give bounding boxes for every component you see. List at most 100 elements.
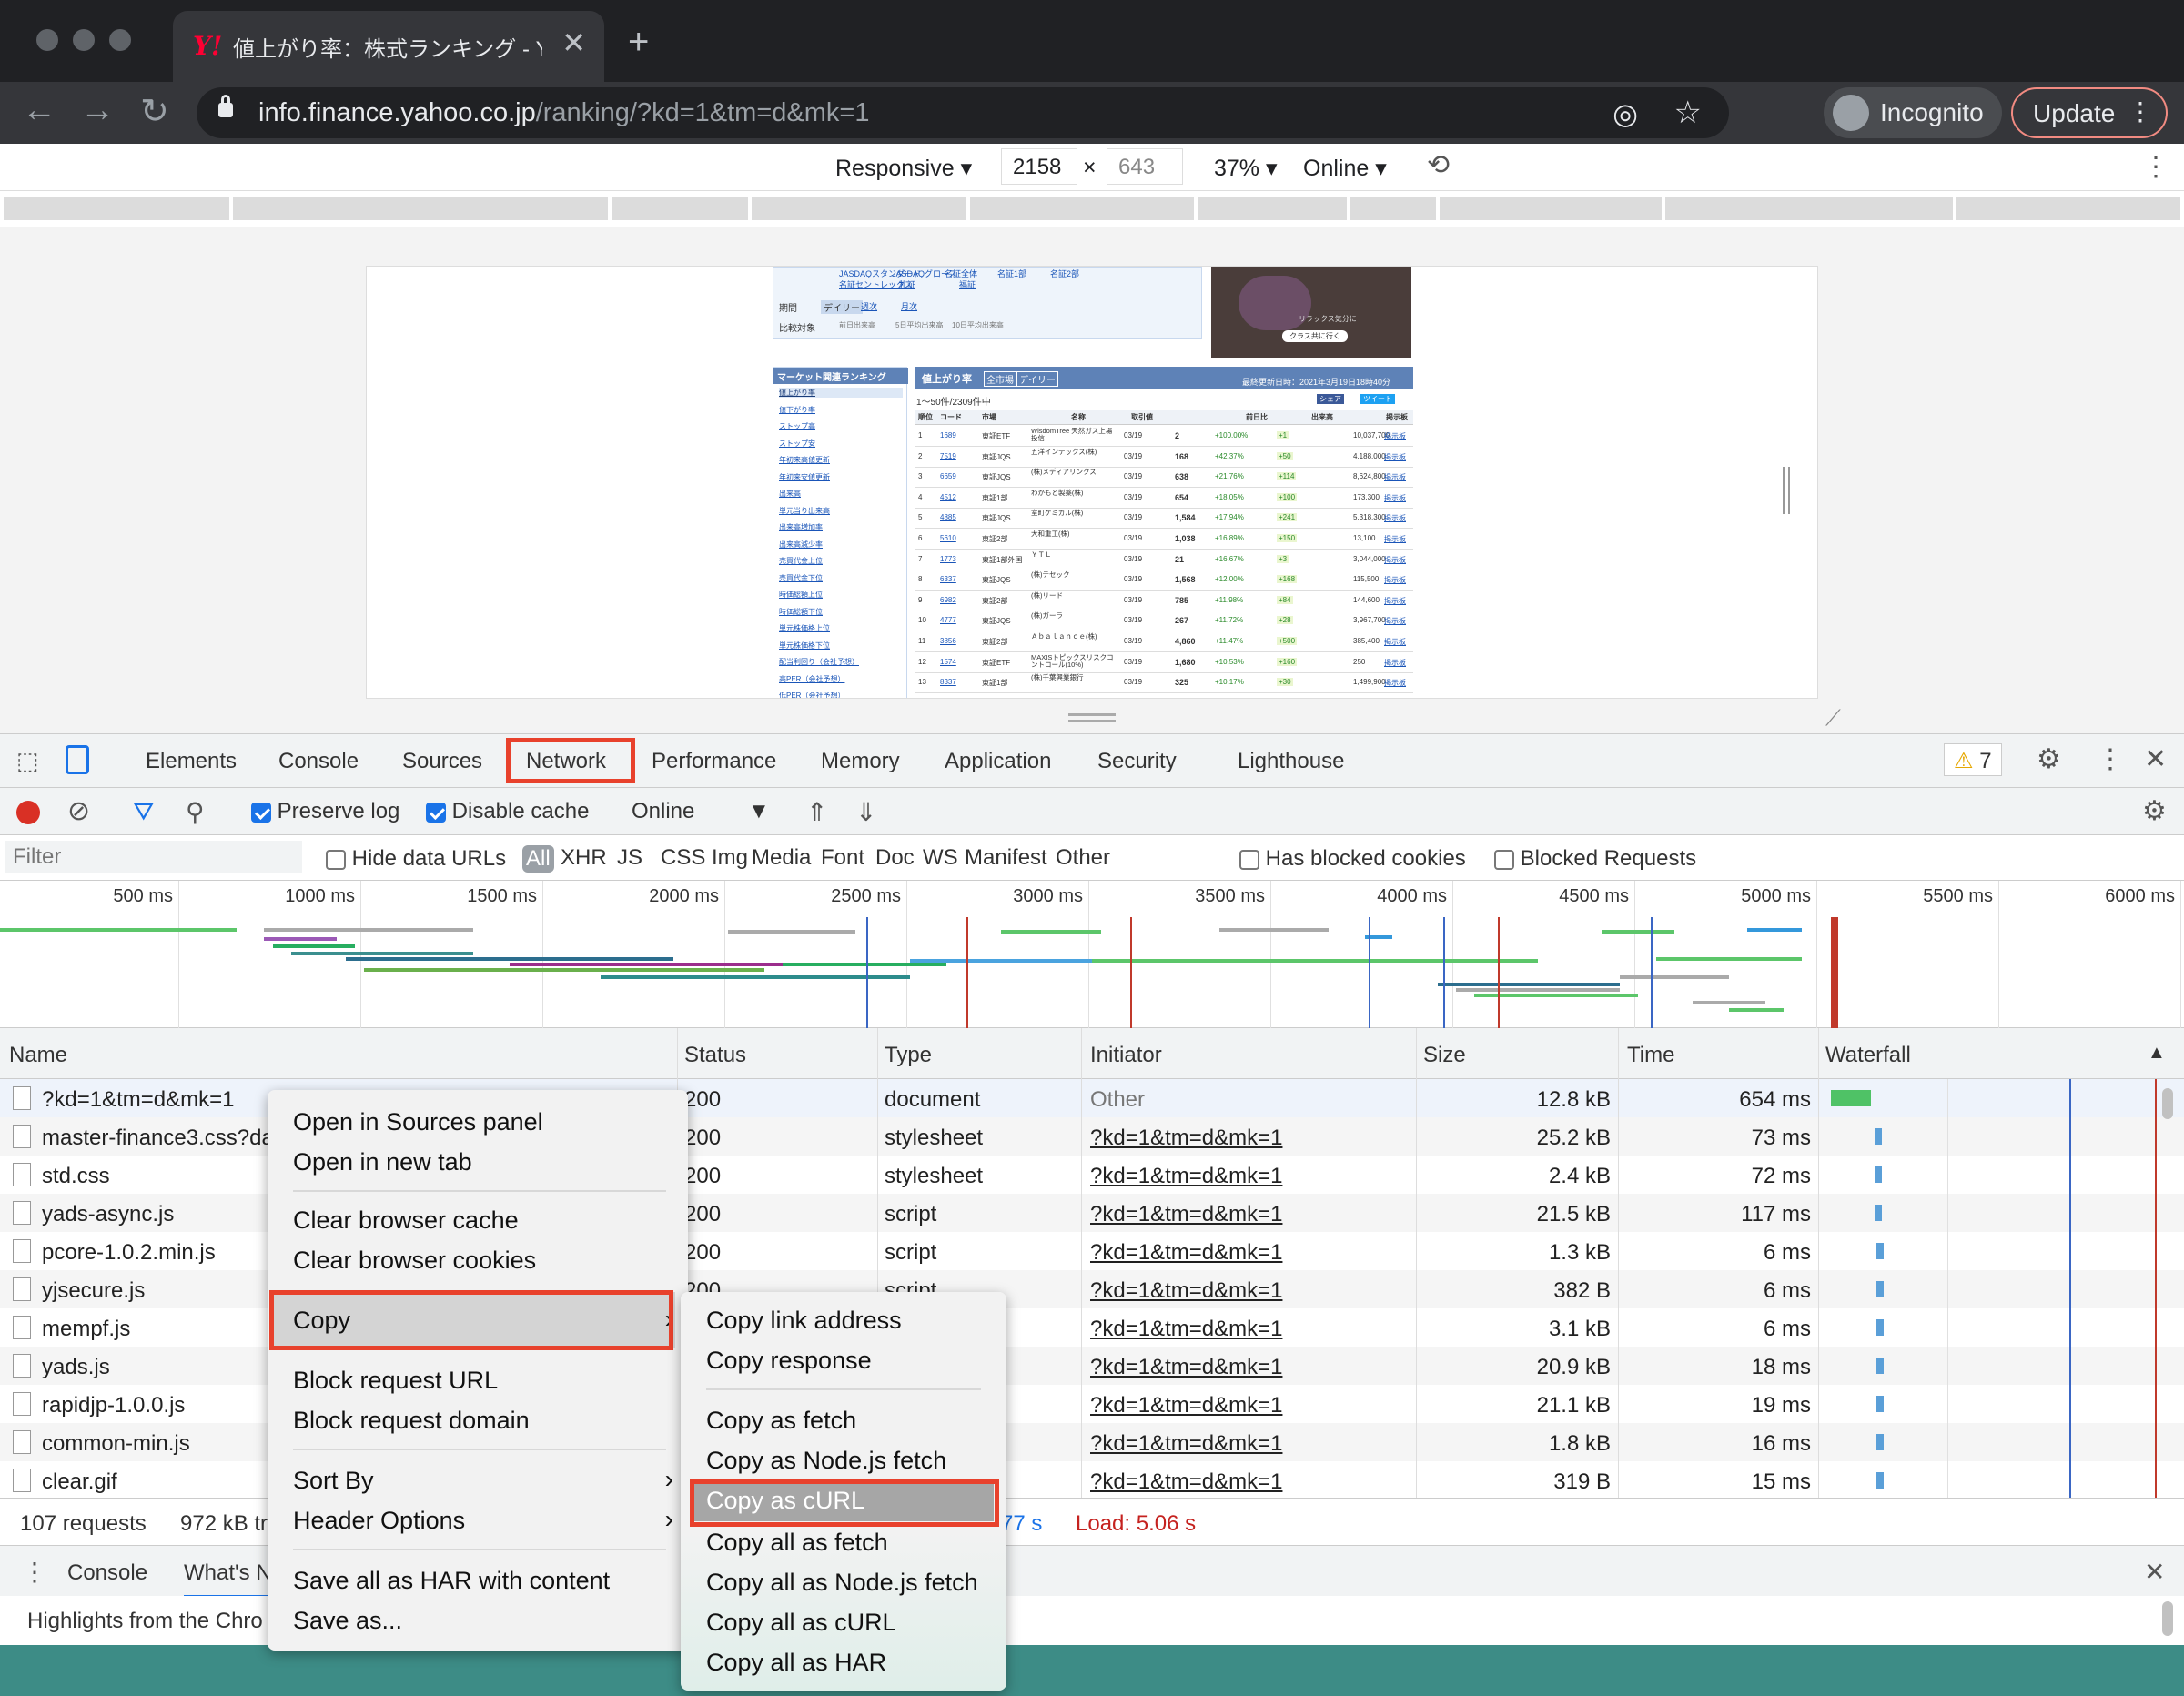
request-name[interactable]: pcore-1.0.2.min.js [42, 1240, 216, 1266]
ranking-cell[interactable]: 掲示板 [1384, 472, 1406, 482]
menu-copy-link-address[interactable]: Copy link address [706, 1307, 902, 1335]
warnings-badge[interactable]: ⚠ 7 [1944, 743, 2002, 776]
ranking-cell[interactable]: 7519 [940, 452, 956, 460]
sidebar-item[interactable]: 出来高 [779, 489, 801, 499]
menu-copy-all-as-curl[interactable]: Copy all as cURL [706, 1609, 896, 1637]
menu-header-options[interactable]: Header Options [293, 1507, 465, 1535]
browser-tab-active[interactable]: Y! 値上がり率：株式ランキング - Yah ✕ [173, 11, 604, 82]
page-preview[interactable]: JASDAQスタンダード JASDAQグロース 名証全体 名証1部 名証2部 名証セント… [366, 266, 1818, 699]
type-filter-font[interactable]: Font [821, 845, 864, 871]
ranking-cell[interactable]: 掲示板 [1384, 637, 1406, 647]
ranking-cell[interactable]: 6659 [940, 472, 956, 480]
filter-funnel-icon[interactable]: ⛛ [133, 797, 155, 827]
device-more-icon[interactable]: ⋮ [2142, 151, 2169, 183]
incognito-badge[interactable]: Incognito [1824, 87, 2002, 138]
request-initiator[interactable]: ?kd=1&tm=d&mk=1 [1090, 1469, 1282, 1495]
menu-save-as[interactable]: Save as... [293, 1607, 402, 1635]
network-settings-icon[interactable]: ⚙ [2142, 795, 2167, 827]
request-name[interactable]: std.css [42, 1164, 110, 1189]
drawer-menu-icon[interactable]: ⋮ [22, 1557, 47, 1587]
period-option[interactable]: 週次 [861, 300, 877, 312]
sort-ascending-icon[interactable]: ▲ [2148, 1043, 2166, 1064]
type-filter-manifest[interactable]: Manifest [965, 845, 1047, 871]
menu-clear-browser-cache[interactable]: Clear browser cache [293, 1206, 519, 1235]
request-name[interactable]: master-finance3.css?da [42, 1126, 274, 1151]
sidebar-item[interactable]: 単元当り出来高 [779, 506, 830, 516]
menu-block-request-domain[interactable]: Block request domain [293, 1407, 530, 1435]
request-initiator[interactable]: ?kd=1&tm=d&mk=1 [1090, 1355, 1282, 1380]
ranking-cell[interactable]: 掲示板 [1384, 596, 1406, 606]
close-devtools-icon[interactable]: ✕ [2144, 743, 2167, 775]
zoom-select[interactable]: 37% ▾ [1214, 155, 1278, 182]
type-filter-img[interactable]: Img [712, 845, 748, 871]
col-size[interactable]: Size [1423, 1043, 1466, 1068]
close-drawer-icon[interactable]: ✕ [2144, 1557, 2165, 1587]
close-window-button[interactable] [36, 29, 58, 51]
device-mode-select[interactable]: Responsive ▾ [835, 155, 972, 182]
lock-icon[interactable] [218, 95, 233, 117]
sidebar-item[interactable]: 年初来高値更新 [779, 455, 830, 465]
disable-cache-checkbox[interactable]: Disable cache [426, 799, 589, 824]
ranking-cell[interactable]: 掲示板 [1384, 431, 1406, 441]
ranking-cell[interactable]: 4777 [940, 616, 956, 624]
reload-icon[interactable]: ↻ [140, 91, 169, 132]
col-type[interactable]: Type [885, 1043, 932, 1068]
ranking-cell[interactable]: 5610 [940, 534, 956, 542]
compare-option[interactable]: 前日出来高 [839, 320, 875, 330]
close-tab-icon[interactable]: ✕ [561, 25, 586, 60]
drawer-tab-console[interactable]: Console [67, 1560, 147, 1586]
has-blocked-cookies-checkbox[interactable]: Has blocked cookies [1239, 846, 1466, 872]
request-name[interactable]: rapidjp-1.0.0.js [42, 1393, 185, 1418]
record-icon[interactable] [16, 801, 40, 824]
request-initiator[interactable]: ?kd=1&tm=d&mk=1 [1090, 1164, 1282, 1189]
request-name[interactable]: mempf.js [42, 1317, 130, 1342]
request-name[interactable]: yads-async.js [42, 1202, 174, 1227]
ranking-cell[interactable]: 4512 [940, 493, 956, 501]
request-initiator[interactable]: ?kd=1&tm=d&mk=1 [1090, 1202, 1282, 1227]
sidebar-item[interactable]: 出来高減少率 [779, 540, 823, 550]
ranking-cell[interactable]: 6982 [940, 596, 956, 604]
menu-copy-response[interactable]: Copy response [706, 1347, 872, 1375]
tab-memory[interactable]: Memory [821, 749, 900, 774]
ranking-cell[interactable]: 4885 [940, 513, 956, 521]
menu-copy-all-as-nodejs-fetch[interactable]: Copy all as Node.js fetch [706, 1569, 978, 1597]
request-name[interactable]: yjsecure.js [42, 1278, 145, 1304]
menu-block-request-url[interactable]: Block request URL [293, 1367, 498, 1395]
menu-open-in-new-tab[interactable]: Open in new tab [293, 1148, 472, 1176]
tab-sources[interactable]: Sources [402, 749, 482, 774]
ad-image[interactable]: リラックス気分に クラス共に行く [1211, 267, 1411, 358]
update-button[interactable]: Update ⋮ [2011, 87, 2168, 138]
resize-handle-right[interactable] [1783, 467, 1790, 514]
ranking-cell[interactable]: 1574 [940, 658, 956, 666]
ranking-cell[interactable]: 掲示板 [1384, 555, 1406, 565]
filter-input[interactable] [5, 841, 302, 873]
type-filter-xhr[interactable]: XHR [561, 845, 607, 871]
drawer-tab-whats-new[interactable]: What's N [184, 1560, 272, 1598]
sidebar-item[interactable]: 時価総額上位 [779, 590, 823, 600]
hide-data-urls-checkbox[interactable]: Hide data URLs [326, 846, 506, 872]
facebook-share-button[interactable]: シェア [1317, 394, 1344, 404]
kebab-menu-icon[interactable]: ⋮ [2128, 96, 2153, 126]
import-har-icon[interactable]: ⇑ [806, 797, 827, 827]
sidebar-item[interactable]: 高PER（会社予想） [779, 674, 844, 684]
sidebar-item[interactable]: 売買代金上位 [779, 556, 823, 566]
clear-icon[interactable]: ⊘ [67, 795, 90, 827]
sidebar-item[interactable]: 単元株価格上位 [779, 623, 830, 633]
ranking-cell[interactable]: 掲示板 [1384, 678, 1406, 688]
sidebar-item[interactable]: 低PER（会社予想） [779, 691, 844, 698]
viewport-width-input[interactable]: 2158 [1001, 148, 1077, 185]
sidebar-item[interactable]: ストップ高 [779, 421, 815, 431]
settings-gear-icon[interactable]: ⚙ [2037, 743, 2061, 775]
rotate-icon[interactable]: ⟲ [1427, 149, 1450, 181]
minimize-window-button[interactable] [73, 29, 95, 51]
col-name[interactable]: Name [9, 1043, 67, 1068]
request-name[interactable]: ?kd=1&tm=d&mk=1 [42, 1087, 234, 1113]
request-name[interactable]: common-min.js [42, 1431, 190, 1457]
ranking-cell[interactable]: 掲示板 [1384, 575, 1406, 585]
col-status[interactable]: Status [684, 1043, 746, 1068]
ranking-cell[interactable]: 1773 [940, 555, 956, 563]
sidebar-item[interactable]: 売買代金下位 [779, 573, 823, 583]
menu-save-all-har[interactable]: Save all as HAR with content [293, 1567, 610, 1595]
device-toggle-icon[interactable] [66, 745, 89, 774]
tab-console[interactable]: Console [278, 749, 359, 774]
